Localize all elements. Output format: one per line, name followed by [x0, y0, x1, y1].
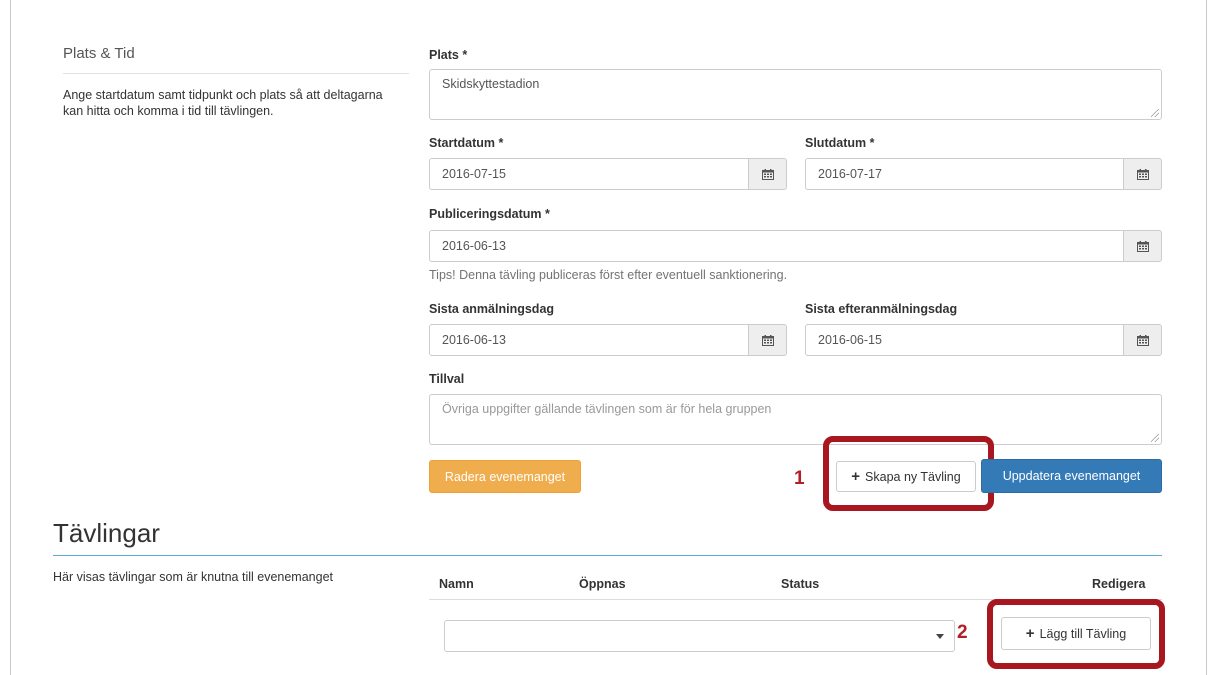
plats-value: Skidskyttestadion	[442, 77, 540, 91]
callout-box-1	[823, 436, 994, 511]
plats-field[interactable]: Skidskyttestadion	[429, 69, 1162, 120]
caret-down-icon	[936, 634, 944, 639]
section-divider	[63, 73, 409, 74]
column-header-namn: Namn	[439, 577, 474, 591]
publiceringsdatum-calendar-button[interactable]	[1124, 230, 1162, 262]
resize-grip-icon[interactable]	[1151, 434, 1159, 442]
sista-efteranmalningsdag-calendar-button[interactable]	[1124, 324, 1162, 356]
section-title: Plats & Tid	[63, 45, 135, 62]
slutdatum-label: Slutdatum *	[805, 136, 875, 150]
page-frame: Plats & Tid Ange startdatum samt tidpunk…	[10, 0, 1207, 675]
competitions-heading-rule	[53, 555, 1162, 556]
sista-efteranmalningsdag-label: Sista efteranmälningsdag	[805, 302, 958, 316]
tillval-field[interactable]: Övriga uppgifter gällande tävlingen som …	[429, 394, 1162, 445]
callout-number-2: 2	[957, 622, 968, 643]
column-header-redigera: Redigera	[1092, 577, 1146, 591]
startdatum-field[interactable]: 2016-07-15	[429, 158, 749, 190]
calendar-icon	[1136, 240, 1149, 252]
calendar-icon	[1136, 168, 1149, 180]
calendar-icon	[761, 334, 774, 346]
sista-anmalningsdag-calendar-button[interactable]	[749, 324, 787, 356]
slutdatum-calendar-button[interactable]	[1124, 158, 1162, 190]
section-description: Ange startdatum samt tidpunkt och plats …	[63, 88, 383, 118]
publiceringsdatum-field[interactable]: 2016-06-13	[429, 230, 1124, 262]
delete-event-button[interactable]: Radera evenemanget	[429, 460, 581, 493]
plats-label: Plats *	[429, 48, 468, 62]
competitions-description: Här visas tävlingar som är knutna till e…	[53, 570, 333, 584]
publiceringsdatum-label: Publiceringsdatum *	[429, 207, 550, 221]
publiceringsdatum-hint: Tips! Denna tävling publiceras först eft…	[429, 268, 788, 282]
startdatum-calendar-button[interactable]	[749, 158, 787, 190]
update-event-button[interactable]: Uppdatera evenemanget	[981, 459, 1162, 493]
slutdatum-field[interactable]: 2016-07-17	[805, 158, 1124, 190]
tillval-label: Tillval	[429, 372, 465, 386]
resize-grip-icon[interactable]	[1151, 109, 1159, 117]
sista-efteranmalningsdag-field[interactable]: 2016-06-15	[805, 324, 1124, 356]
calendar-icon	[1136, 334, 1149, 346]
sista-anmalningsdag-label: Sista anmälningsdag	[429, 302, 555, 316]
startdatum-label: Startdatum *	[429, 136, 504, 150]
column-header-oppnas: Öppnas	[579, 577, 626, 591]
column-header-status: Status	[781, 577, 820, 591]
callout-box-2	[987, 599, 1165, 669]
competitions-heading: Tävlingar	[53, 518, 160, 548]
competition-select[interactable]	[444, 620, 955, 652]
sista-anmalningsdag-field[interactable]: 2016-06-13	[429, 324, 749, 356]
tillval-placeholder: Övriga uppgifter gällande tävlingen som …	[442, 402, 772, 416]
callout-number-1: 1	[794, 468, 805, 489]
calendar-icon	[761, 168, 774, 180]
